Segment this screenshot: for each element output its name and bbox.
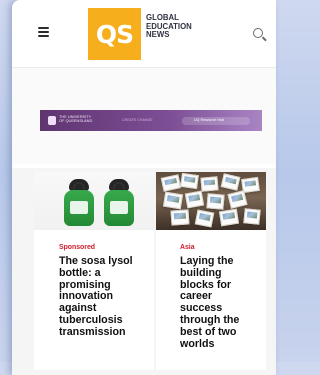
photo-tile — [200, 176, 219, 192]
photo-tile — [162, 191, 184, 210]
photo-tile — [170, 209, 190, 226]
photo-tile — [180, 172, 199, 190]
site-header: QS GLOBAL EDUCATION NEWS — [12, 0, 276, 67]
menu-line — [38, 31, 49, 33]
photo-tile — [160, 174, 182, 192]
mobile-page: QS GLOBAL EDUCATION NEWS THE UNIVERSITY … — [12, 0, 276, 375]
article-headline[interactable]: The sosa lysol bottle: a promising innov… — [59, 255, 151, 339]
menu-icon[interactable] — [38, 27, 49, 37]
banner-tagline: CREATE CHANGE — [122, 118, 153, 122]
photo-tile — [227, 190, 248, 209]
advertisement-banner[interactable]: THE UNIVERSITY OF QUEENSLAND CREATE CHAN… — [40, 110, 262, 131]
search-icon[interactable] — [253, 28, 263, 38]
photo-tile — [194, 209, 215, 228]
photo-tile — [206, 193, 225, 210]
green-bottle-icon — [104, 179, 134, 226]
menu-line — [38, 27, 49, 29]
asia-article-image — [156, 172, 266, 230]
photo-tile — [243, 208, 261, 225]
university-crest-icon — [48, 116, 56, 125]
article-category[interactable]: Sponsored — [59, 244, 95, 251]
menu-line — [38, 35, 49, 37]
logo-text: QS — [95, 19, 134, 49]
photo-tile — [184, 190, 205, 209]
brand-title[interactable]: GLOBAL EDUCATION NEWS — [146, 13, 226, 40]
article-card-asia[interactable]: Asia Laying the building blocks for care… — [156, 172, 266, 370]
qs-logo[interactable]: QS — [88, 8, 141, 60]
bottle-label — [110, 201, 128, 214]
photo-tile — [220, 173, 241, 191]
article-card-sponsored[interactable]: Sponsored The sosa lysol bottle: a promi… — [34, 172, 154, 370]
green-bottle-icon — [64, 179, 94, 226]
university-name: THE UNIVERSITY OF QUEENSLAND — [59, 114, 93, 124]
banner-section: THE UNIVERSITY OF QUEENSLAND CREATE CHAN… — [12, 68, 276, 164]
article-headline[interactable]: Laying the building blocks for career su… — [180, 255, 256, 350]
photo-tile — [218, 208, 240, 227]
article-list: Sponsored The sosa lysol bottle: a promi… — [12, 168, 276, 375]
banner-cta-text: UQ Research Hub — [194, 118, 225, 122]
article-category[interactable]: Asia — [180, 244, 195, 251]
sponsored-article-image — [34, 172, 154, 230]
bottle-handle — [113, 182, 125, 189]
bottle-label — [70, 201, 88, 214]
bottle-handle — [73, 182, 85, 189]
